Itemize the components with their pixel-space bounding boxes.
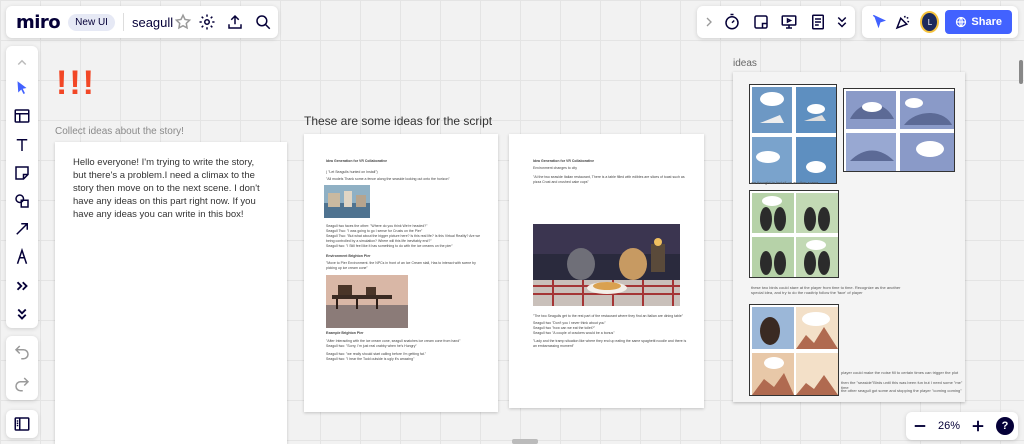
- creation-toolbar: [6, 46, 38, 328]
- expand-down-icon[interactable]: [9, 302, 35, 326]
- frames-panel-toggle[interactable]: [6, 410, 38, 438]
- zoom-in-icon[interactable]: [968, 412, 988, 440]
- doc1-line: Seagull Two: "But what about the bigger …: [326, 234, 481, 238]
- doc1-line: "All models Thank some a fence along the…: [326, 177, 450, 181]
- lady-and-tramp-image: [533, 224, 680, 306]
- sticky-note-tool-icon[interactable]: [9, 161, 35, 185]
- connector-arrow-icon[interactable]: [9, 217, 35, 241]
- seaside-photo: [324, 185, 370, 218]
- sidebar-panel-icon: [8, 410, 36, 438]
- doc1-line: Seagull two: "I Still feel like it has s…: [326, 244, 453, 248]
- collapse-up-icon[interactable]: [9, 54, 35, 72]
- chevron-right-icon[interactable]: [701, 8, 717, 36]
- zoom-out-icon[interactable]: [910, 412, 930, 440]
- templates-layout-icon[interactable]: [9, 104, 35, 128]
- board-header: miro New UI seagull: [6, 6, 278, 38]
- exclamation-text[interactable]: !!!: [56, 64, 96, 103]
- more-chevrons-down-icon[interactable]: [833, 8, 851, 36]
- help-button[interactable]: ?: [995, 417, 1014, 435]
- shapes-tool-icon[interactable]: [9, 189, 35, 213]
- horizontal-scrollbar[interactable]: [512, 439, 538, 444]
- upload-export-icon[interactable]: [221, 8, 249, 36]
- vertical-scrollbar[interactable]: [1019, 60, 1023, 84]
- script-ideas-caption[interactable]: These are some ideas for the script: [304, 114, 492, 128]
- celebrate-party-icon[interactable]: [891, 8, 914, 36]
- comic-seagull-strip[interactable]: [749, 84, 837, 184]
- brighton-pier-photo: [326, 275, 408, 328]
- board-name[interactable]: seagull: [132, 15, 173, 30]
- doc1-line: "Move to Pier Environment. the NPCs in f…: [326, 261, 476, 265]
- doc1-line: Seagull Two: "I was going to go I sense …: [326, 229, 423, 233]
- doc1-line: Seagull two faces the other: "Where do y…: [326, 224, 428, 228]
- cursor-follow-icon[interactable]: [868, 8, 891, 36]
- new-ui-badge[interactable]: New UI: [68, 13, 115, 31]
- ideas-frame-caption[interactable]: ideas: [733, 58, 757, 69]
- comic-whale-strip[interactable]: [843, 88, 955, 172]
- doc2-line: "Lady and the tramp situation like where…: [533, 339, 687, 343]
- zoom-level[interactable]: 26%: [938, 420, 960, 432]
- doc2-line: Environment changes to city: [533, 166, 577, 170]
- timer-icon[interactable]: [718, 8, 746, 36]
- doc1-line: ( "Let Seagulls hunted on Install"): [326, 170, 378, 174]
- doc1-section: Environment Brighton Pier: [326, 254, 371, 258]
- ideas-note: we thought in Install on another scene: [751, 180, 819, 185]
- ideas-note: the other seagull got some and stopping …: [841, 388, 962, 393]
- divider: [122, 13, 124, 31]
- ideas-note: special idea, and try to do the roadtrip…: [751, 290, 863, 295]
- doc2-line: Seagull two "Don't you I never think abo…: [533, 321, 606, 325]
- story-text-card[interactable]: Hello everyone! I'm trying to write the …: [55, 142, 287, 444]
- doc2-line: Seagull two "A couple of crackers would …: [533, 331, 615, 335]
- undo-icon[interactable]: [8, 338, 36, 366]
- share-user-icon: [956, 16, 967, 28]
- select-cursor-icon[interactable]: [9, 76, 35, 100]
- presentation-icon[interactable]: [775, 8, 803, 36]
- text-tool-icon[interactable]: [9, 132, 35, 156]
- ideas-frame[interactable]: we thought in Install on another scene t…: [733, 72, 965, 402]
- doc1-line: "After Interacting with the ice cream co…: [326, 339, 461, 343]
- settings-gear-icon[interactable]: [193, 8, 221, 36]
- share-toolbar: L Share: [862, 6, 1018, 38]
- collaboration-toolbar: [697, 6, 855, 38]
- doc2-line: pizza Crust and crushed cake cups": [533, 180, 589, 184]
- collect-ideas-caption[interactable]: Collect ideas about the story!: [55, 126, 184, 137]
- doc2-line: an embarrassing moment": [533, 344, 574, 348]
- doc1-photo-caption: Example Brighton Pier: [326, 331, 364, 335]
- more-tools-icon[interactable]: [9, 274, 35, 298]
- doc1-title: Idea Generation for VR Collaborative: [326, 159, 388, 163]
- doc1-line: Seagull two: "Sorry, I'm just real crabb…: [326, 344, 417, 348]
- doc2-line: "At the two seaside Italian restaurant, …: [533, 175, 685, 179]
- script-document-1[interactable]: Idea Generation for VR Collaborative ( "…: [304, 134, 498, 412]
- star-icon[interactable]: [173, 8, 193, 36]
- redo-icon[interactable]: [8, 370, 36, 398]
- doc1-line: picking up ice cream cone": [326, 266, 368, 270]
- share-button[interactable]: Share: [945, 10, 1012, 34]
- comic-geese-strip[interactable]: [749, 190, 839, 278]
- pen-tool-icon[interactable]: [9, 245, 35, 269]
- share-label: Share: [971, 16, 1002, 28]
- history-toolbar: [6, 336, 38, 400]
- notes-document-icon[interactable]: [804, 8, 832, 36]
- doc2-title: Idea Generation for VR Collaborative: [533, 159, 595, 163]
- doc1-line: being controlled by a simulation? Where …: [326, 239, 432, 243]
- story-text: Hello everyone! I'm trying to write the …: [73, 157, 260, 220]
- doc1-line: Seagull two: "I hear the Todd outside is…: [326, 357, 415, 361]
- doc1-line: Seagull two: "we really should start cal…: [326, 352, 427, 356]
- script-document-2[interactable]: Idea Generation for VR Collaborative Env…: [509, 134, 704, 408]
- comic-mountain-strip[interactable]: [749, 304, 839, 396]
- ideas-note: player could make the noise fill to cert…: [841, 370, 959, 375]
- doc2-line: "The two Seagulls get to the rest part o…: [533, 314, 683, 318]
- doc2-line: Seagull two "how can we eat the toilet?": [533, 326, 596, 330]
- miro-logo[interactable]: miro: [16, 12, 61, 33]
- search-icon[interactable]: [249, 8, 277, 36]
- zoom-controls: 26% ?: [906, 412, 1018, 440]
- sticky-note-icon[interactable]: [747, 8, 775, 36]
- user-avatar[interactable]: L: [920, 11, 940, 33]
